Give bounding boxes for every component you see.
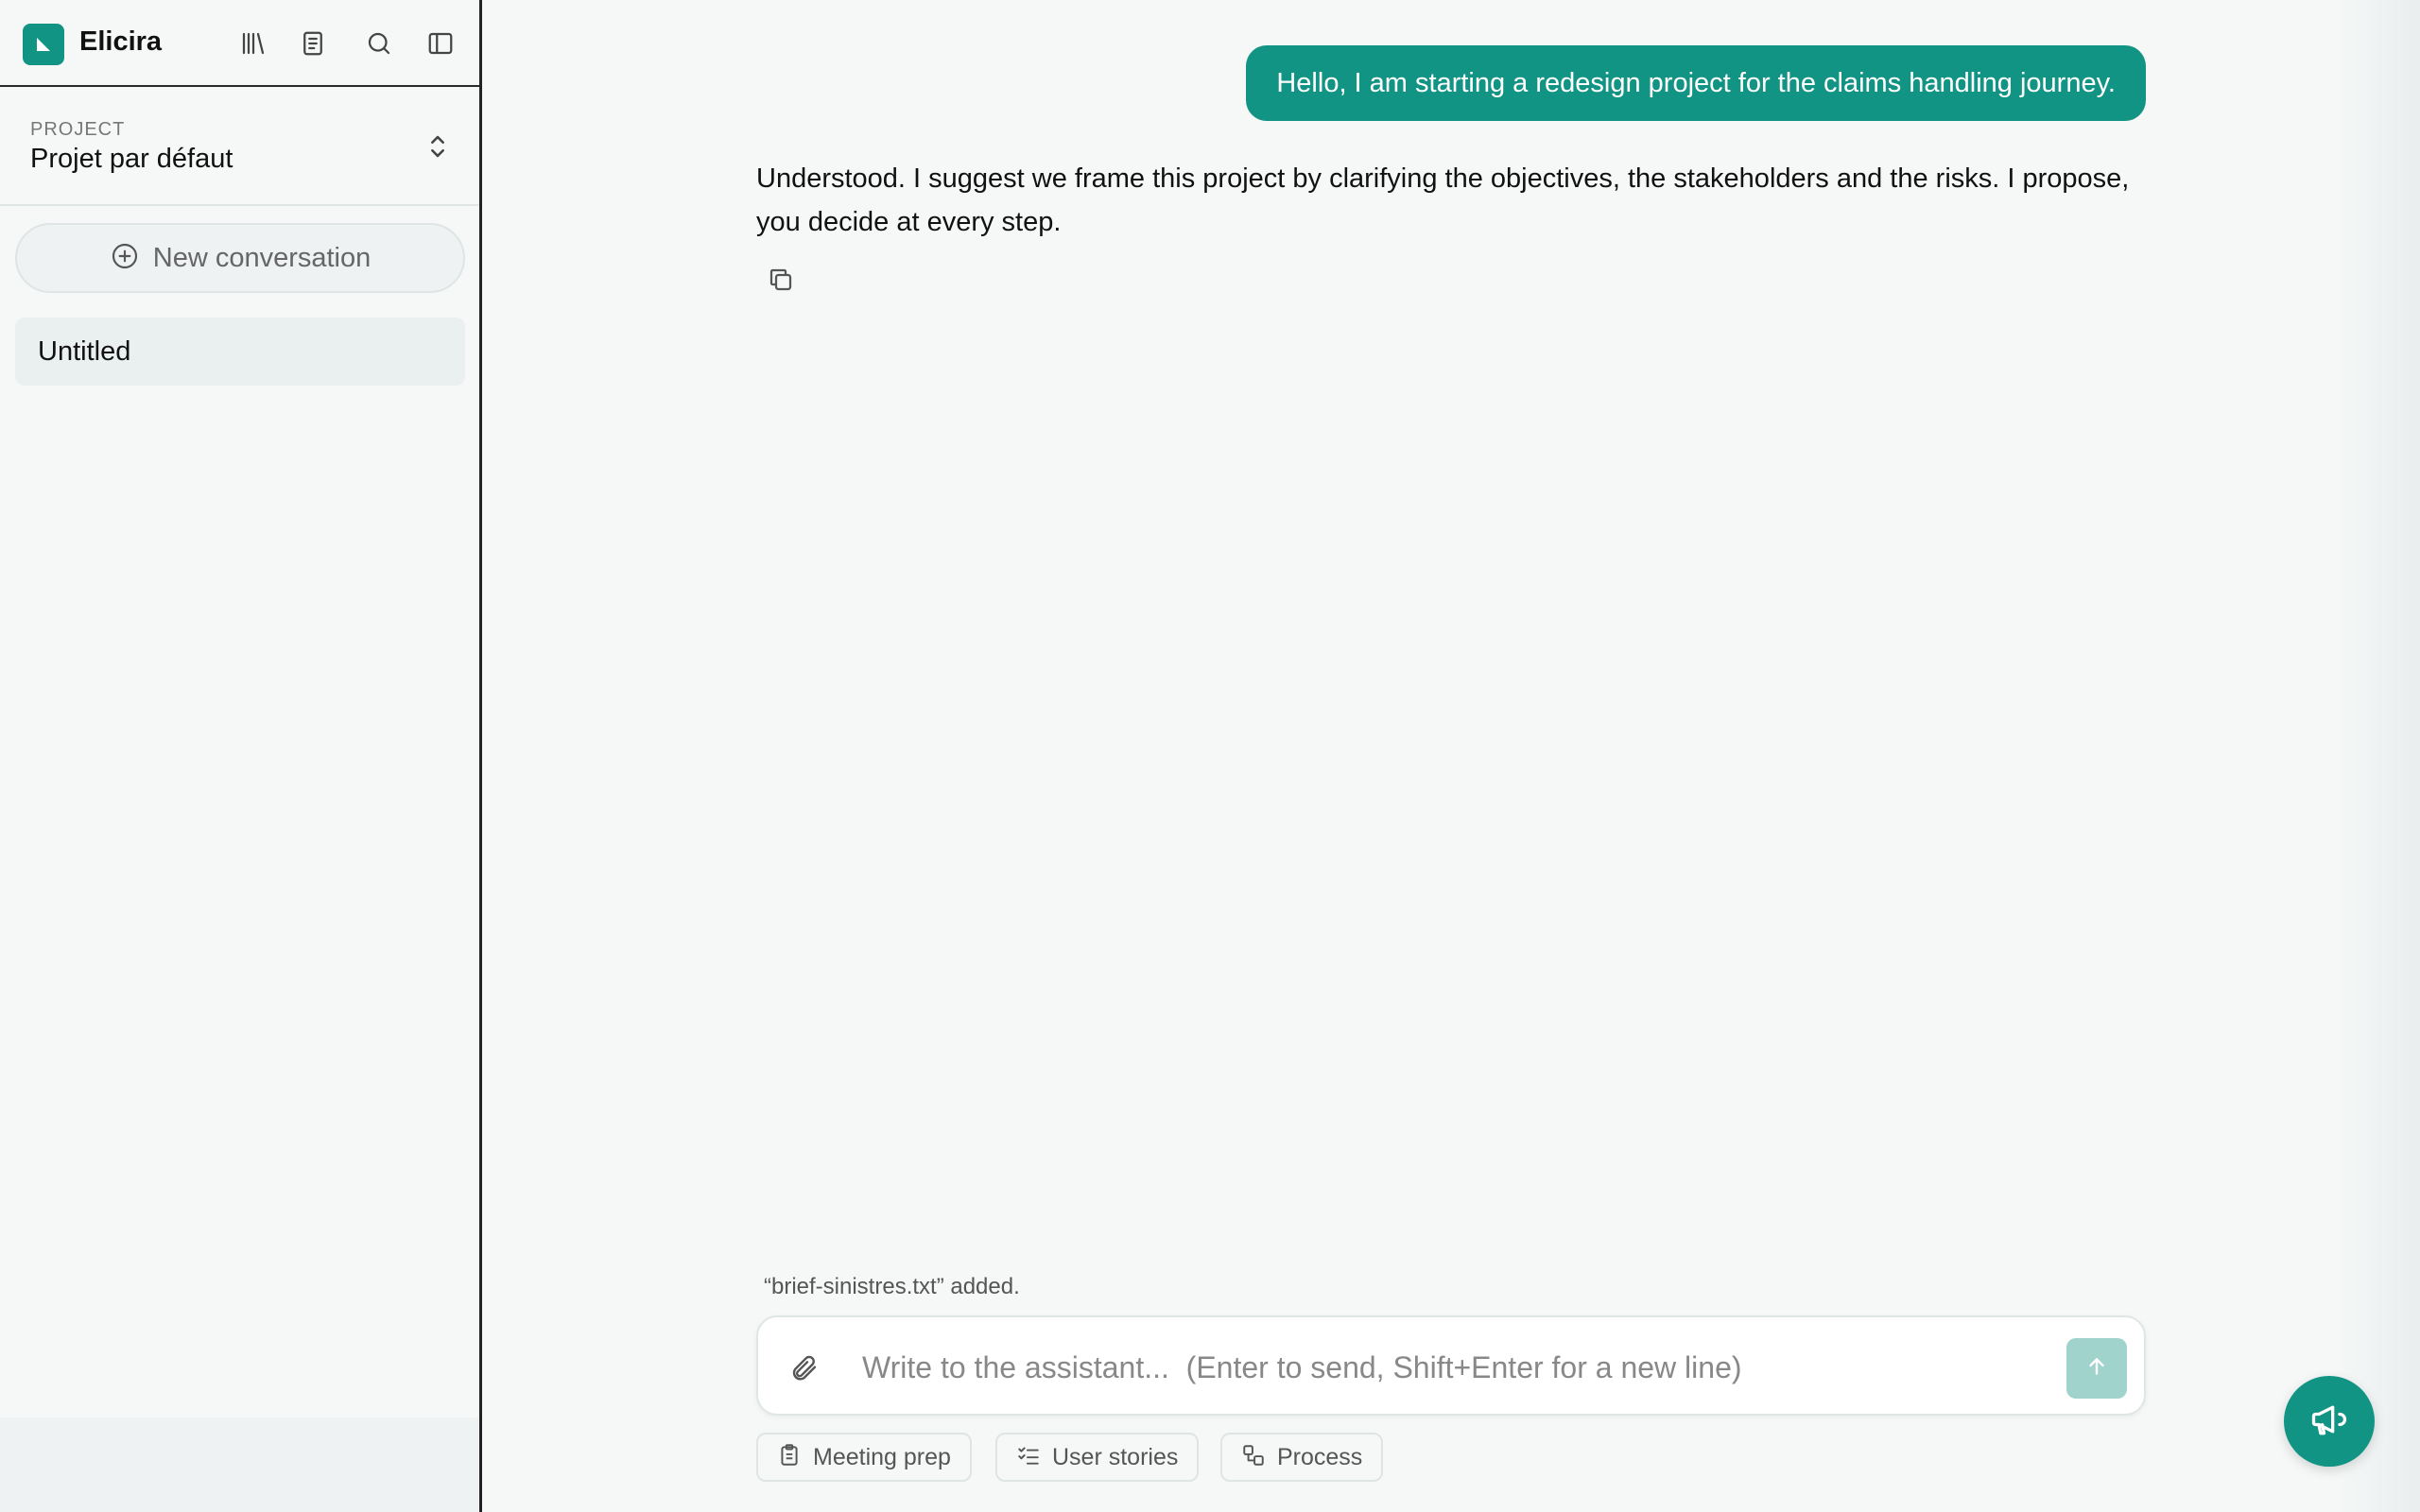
attachment-notice: “brief-sinistres.txt” added. (764, 1274, 1020, 1299)
chip-label: User stories (1052, 1443, 1179, 1470)
chip-process[interactable]: Process (1220, 1433, 1384, 1482)
feedback-button[interactable] (2284, 1376, 2375, 1467)
app-logo-icon (23, 24, 64, 65)
chip-meeting-prep[interactable]: Meeting prep (756, 1433, 972, 1482)
sidebar: Elicira PROJECT Projet par défaut New co… (0, 0, 482, 1512)
composer (756, 1315, 2146, 1416)
chip-user-stories[interactable]: User stories (995, 1433, 1200, 1482)
chat-panel: Hello, I am starting a redesign project … (482, 0, 2420, 1512)
app-name: Elicira (79, 26, 163, 57)
process-icon (1241, 1443, 1266, 1472)
megaphone-icon (2308, 1399, 2350, 1445)
sidebar-footer (0, 1418, 479, 1512)
sidebar-header: Elicira (0, 0, 479, 87)
plus-circle-icon (110, 241, 140, 276)
send-button[interactable] (2066, 1338, 2127, 1399)
sidebar-toggle-icon[interactable] (422, 25, 459, 62)
library-icon[interactable] (234, 25, 272, 62)
user-message: Hello, I am starting a redesign project … (1246, 45, 2146, 121)
new-conversation-label: New conversation (152, 242, 372, 273)
chip-label: Meeting prep (813, 1443, 951, 1470)
search-icon[interactable] (360, 25, 398, 62)
new-conversation-button[interactable]: New conversation (15, 223, 465, 293)
assistant-message: Understood. I suggest we frame this proj… (756, 163, 2130, 237)
clipboard-icon (777, 1443, 802, 1472)
message-input[interactable] (860, 1336, 1866, 1399)
paperclip-icon[interactable] (785, 1349, 822, 1387)
notebook-icon[interactable] (294, 25, 332, 62)
conversation-title: Untitled (38, 335, 131, 367)
chip-label: Process (1277, 1443, 1363, 1470)
checklist-icon (1016, 1443, 1041, 1472)
conversation-item[interactable]: Untitled (15, 318, 465, 386)
arrow-up-icon (2084, 1354, 2109, 1383)
project-name: Projet par défaut (30, 144, 233, 174)
project-label: PROJECT (30, 119, 126, 140)
copy-icon[interactable] (764, 263, 798, 297)
chevron-up-down-icon (422, 130, 454, 167)
project-selector[interactable]: PROJECT Projet par défaut (0, 87, 479, 206)
